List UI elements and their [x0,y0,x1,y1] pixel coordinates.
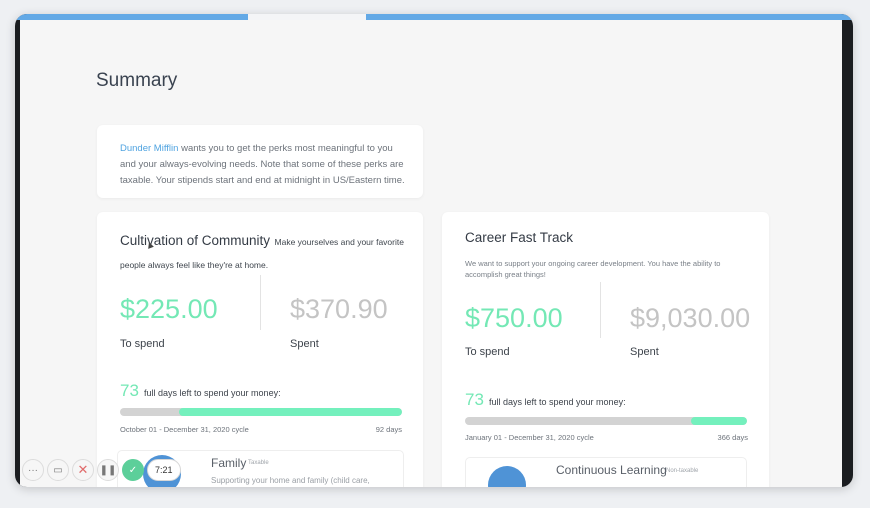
stipend-card-career[interactable]: Career Fast Track We want to support you… [442,212,769,487]
stipend-title: Cultivation of Community [120,233,271,248]
cycle-dates: January 01 - December 31, 2020 cycle [465,433,594,442]
summary-page: Summary Dunder Mifflin wants you to get … [20,20,842,487]
time-progress-fill [179,408,402,416]
days-left-text: full days left to spend your money: [144,388,281,398]
perk-card-continuous-learning[interactable]: Continuous Learning Non-taxable [465,457,747,487]
amount-divider [260,275,261,330]
to-spend-amount: $750.00 [465,303,563,333]
spent-amount: $370.90 [290,294,388,324]
days-left-count: 73 [120,381,139,400]
check-icon[interactable]: ✓ [122,459,144,481]
perk-tax-tag: Taxable [248,460,269,466]
time-progress-bar [120,408,402,416]
time-progress-bar [465,417,747,425]
close-icon[interactable]: ✕ [72,459,94,481]
stipend-title: Career Fast Track [465,230,574,245]
cycle-length: 92 days [375,425,402,434]
company-link[interactable]: Dunder Mifflin [120,143,178,154]
spent-amount: $9,030.00 [630,303,751,333]
cycle-dates: October 01 - December 31, 2020 cycle [120,425,249,434]
stipend-card-cultivation[interactable]: Cultivation of Community Make yourselves… [97,212,423,487]
cycle-length: 366 days [717,433,748,442]
days-left-text: full days left to spend your money: [489,397,626,407]
recording-toolbar: ··· ▭ ✕ ❚❚ ✓ 7:21 [22,457,181,483]
browser-window: Summary Dunder Mifflin wants you to get … [15,14,853,487]
perk-tax-tag: Non-taxable [666,468,699,474]
more-icon[interactable]: ··· [22,459,44,481]
recording-timer: 7:21 [147,459,181,481]
spent-label: Spent [290,338,319,350]
to-spend-amount: $225.00 [120,294,218,324]
spent-label: Spent [630,346,659,358]
page-title: Summary [96,70,178,91]
pause-icon[interactable]: ❚❚ [97,459,119,481]
perk-title: Continuous Learning [556,463,667,477]
days-left-count: 73 [465,390,484,409]
camera-icon[interactable]: ▭ [47,459,69,481]
perk-description: Supporting your home and family (child c… [211,476,370,485]
intro-text: Dunder Mifflin wants you to get the perk… [120,141,410,189]
perk-learning-icon [488,466,526,487]
intro-card: Dunder Mifflin wants you to get the perk… [97,125,423,198]
to-spend-label: To spend [465,346,510,358]
to-spend-label: To spend [120,338,165,350]
time-progress-fill [690,417,747,425]
stipend-heading: Cultivation of Community Make yourselves… [120,230,410,276]
stipend-subtitle: We want to support your ongoing career d… [465,259,721,279]
amount-divider [600,282,601,338]
perk-title: Family [211,456,247,470]
